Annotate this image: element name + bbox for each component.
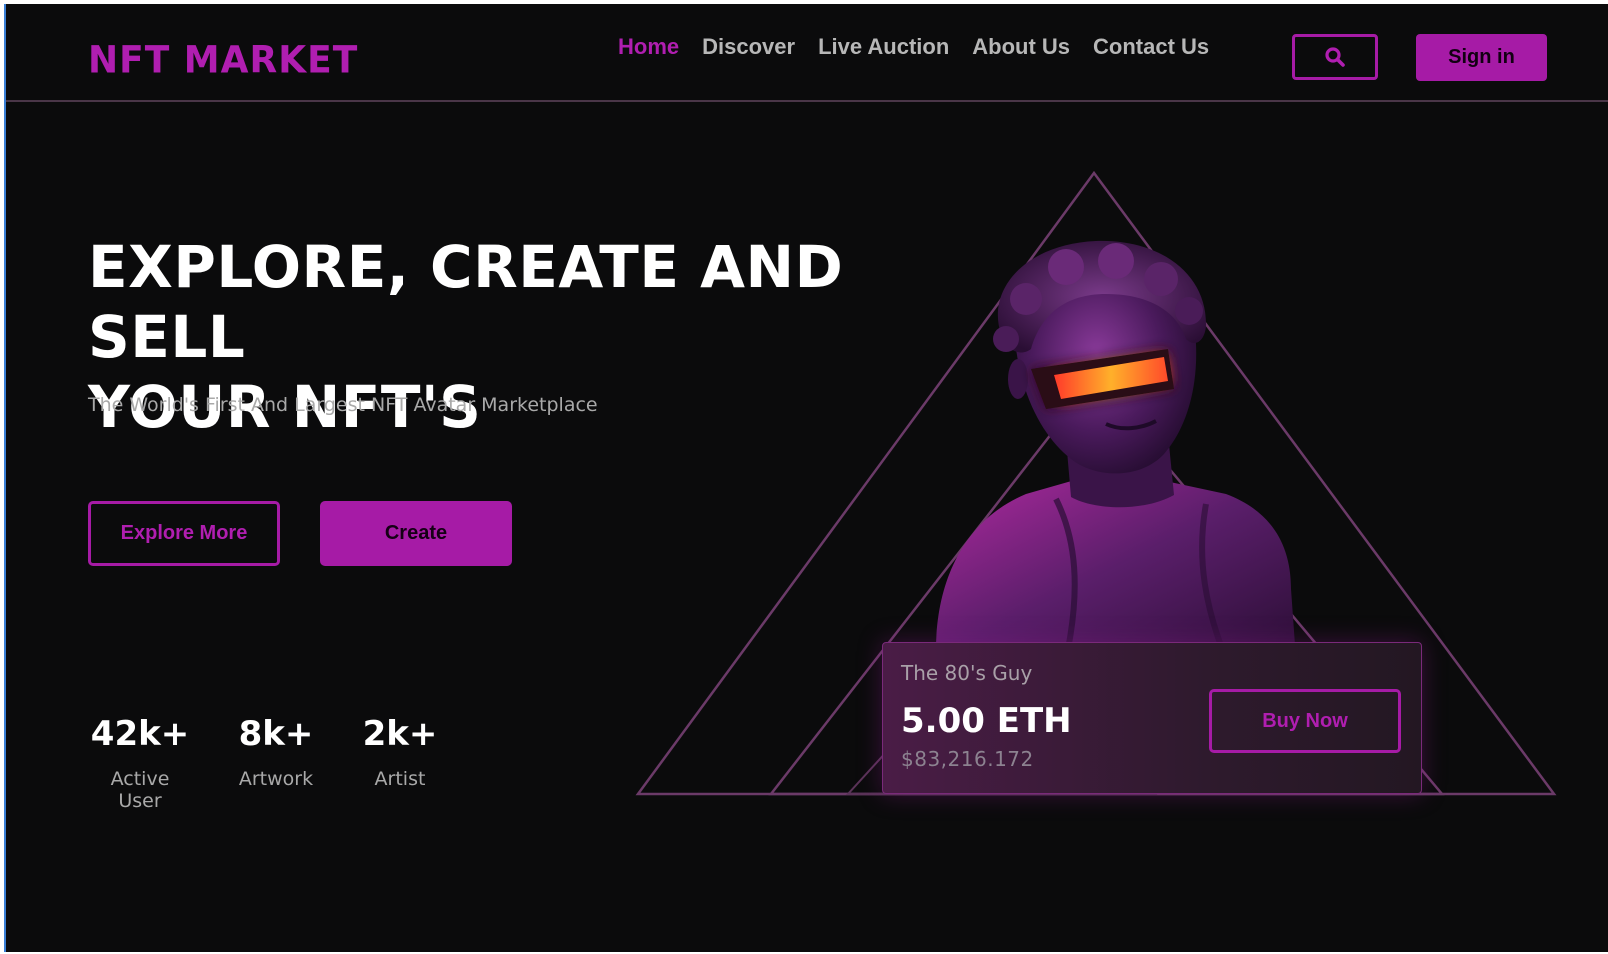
stat-label: Artwork: [238, 768, 314, 790]
nav-discover[interactable]: Discover: [702, 34, 795, 60]
nav-contact-us[interactable]: Contact Us: [1093, 34, 1209, 60]
navbar: NFT MARKET Home Discover Live Auction Ab…: [6, 4, 1608, 102]
nft-name: The 80's Guy: [901, 661, 1033, 685]
explore-more-button[interactable]: Explore More: [88, 501, 280, 566]
featured-nft-card: The 80's Guy 5.00 ETH $83,216.172 Buy No…: [882, 642, 1422, 794]
hero-subtitle: The World's First And Largest NFT Avatar…: [88, 394, 598, 416]
stat-value: 2k+: [362, 714, 438, 754]
nav-links: Home Discover Live Auction About Us Cont…: [618, 34, 1232, 60]
stat-active-users: 42k+ Active User: [88, 714, 192, 812]
buy-now-button[interactable]: Buy Now: [1209, 689, 1401, 753]
stat-value: 8k+: [238, 714, 314, 754]
nav-home[interactable]: Home: [618, 34, 679, 60]
signin-button[interactable]: Sign in: [1416, 34, 1547, 81]
nav-about-us[interactable]: About Us: [972, 34, 1070, 60]
site-logo[interactable]: NFT MARKET: [88, 39, 358, 82]
stat-artwork: 8k+ Artwork: [236, 714, 316, 790]
nft-usd-price: $83,216.172: [901, 747, 1034, 771]
nft-price: 5.00 ETH: [901, 701, 1072, 741]
hero-title-line1: EXPLORE, CREATE AND SELL: [88, 233, 844, 371]
stat-label: Artist: [374, 768, 426, 790]
nav-live-auction[interactable]: Live Auction: [818, 34, 949, 60]
stat-artists: 2k+ Artist: [362, 714, 438, 790]
search-button[interactable]: [1292, 34, 1378, 80]
page-frame: NFT MARKET Home Discover Live Auction Ab…: [4, 4, 1608, 952]
stat-value: 42k+: [90, 714, 190, 754]
triangle-decoration: [635, 170, 1557, 796]
search-icon: [1325, 47, 1345, 67]
create-button[interactable]: Create: [320, 501, 512, 566]
stat-label: Active User: [110, 768, 170, 812]
